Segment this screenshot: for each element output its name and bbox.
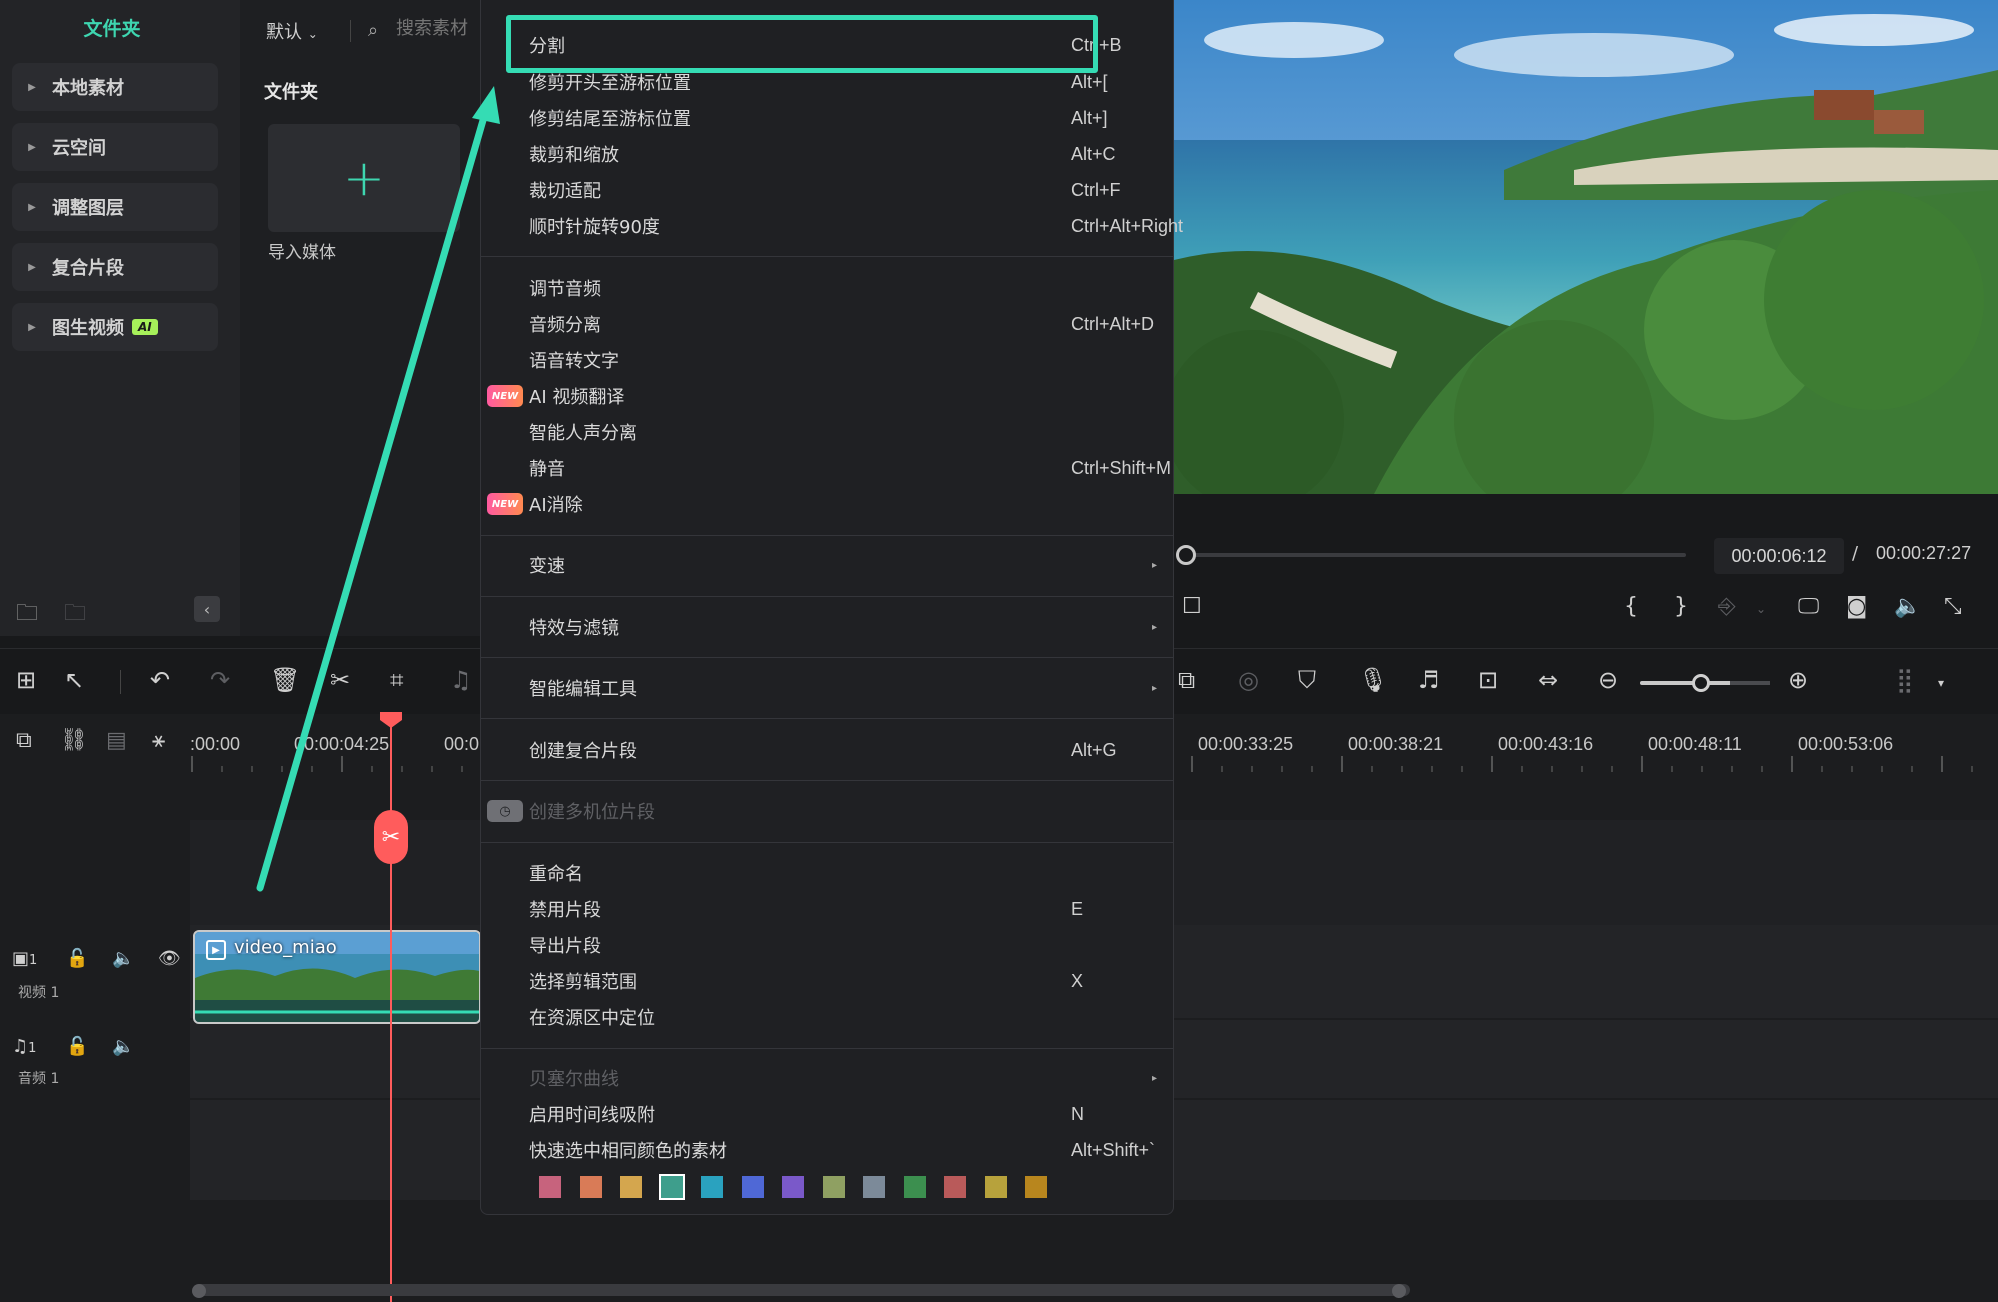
annotation-arrow xyxy=(256,86,500,892)
